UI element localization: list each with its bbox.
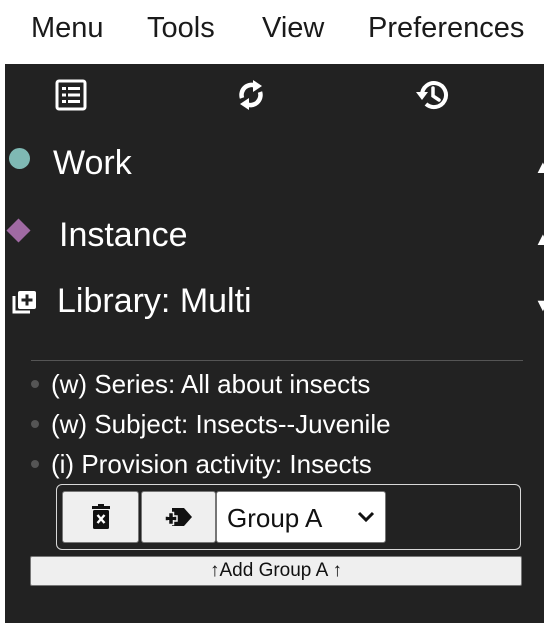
menu-item-preferences[interactable]: Preferences bbox=[368, 12, 524, 45]
list-item-label: (w) Subject: Insects--Juvenile bbox=[51, 409, 391, 439]
divider bbox=[31, 360, 523, 361]
section-label-instance: Instance bbox=[59, 216, 188, 254]
collapse-arrow-icon[interactable]: ▲ bbox=[534, 229, 544, 250]
section-label-library: Library: Multi bbox=[57, 282, 252, 320]
side-panel: Work ▲ Instance ▲ Library: Multi ▼ (w) S… bbox=[5, 64, 544, 623]
menu-item-menu[interactable]: Menu bbox=[31, 12, 104, 45]
group-controls: Group A bbox=[56, 484, 521, 550]
bullet-icon bbox=[31, 460, 39, 468]
history-icon[interactable] bbox=[415, 78, 449, 112]
expand-arrow-icon[interactable]: ▼ bbox=[534, 295, 544, 316]
list-item[interactable]: (w) Series: All about insects bbox=[31, 364, 531, 404]
list-item[interactable]: (i) Provision activity: Insects bbox=[31, 444, 531, 484]
group-select[interactable]: Group A bbox=[216, 491, 386, 543]
add-to-group-button[interactable] bbox=[141, 491, 216, 543]
list-item-label: (w) Series: All about insects bbox=[51, 369, 371, 399]
collapse-arrow-icon[interactable]: ▲ bbox=[534, 157, 544, 178]
refresh-icon[interactable] bbox=[234, 78, 268, 112]
menubar: Menu Tools View Preferences bbox=[0, 0, 544, 60]
list-item[interactable]: (w) Subject: Insects--Juvenile bbox=[31, 404, 531, 444]
menu-item-tools[interactable]: Tools bbox=[147, 12, 215, 45]
section-work[interactable]: Work ▲ bbox=[5, 137, 544, 191]
panel-toolbar bbox=[5, 64, 544, 126]
statement-list: (w) Series: All about insects (w) Subjec… bbox=[31, 364, 531, 484]
bullet-icon bbox=[31, 380, 39, 388]
teal-circle-icon bbox=[9, 148, 30, 169]
section-library-multi[interactable]: Library: Multi ▼ bbox=[5, 275, 544, 329]
section-instance[interactable]: Instance ▲ bbox=[5, 209, 544, 263]
section-label-work: Work bbox=[53, 144, 132, 182]
delete-icon bbox=[91, 504, 110, 529]
delete-button[interactable] bbox=[62, 491, 139, 543]
list-item-label: (i) Provision activity: Insects bbox=[51, 449, 372, 479]
bullet-icon bbox=[31, 420, 39, 428]
list-table-icon[interactable] bbox=[54, 78, 88, 112]
chevron-down-icon bbox=[357, 511, 375, 523]
add-to-group-icon bbox=[163, 508, 192, 526]
add-group-button[interactable]: ↑Add Group A ↑ bbox=[30, 556, 522, 586]
menu-item-view[interactable]: View bbox=[262, 12, 324, 45]
group-select-value: Group A bbox=[227, 503, 323, 533]
add-library-icon bbox=[11, 289, 37, 315]
purple-diamond-icon bbox=[6, 218, 31, 243]
